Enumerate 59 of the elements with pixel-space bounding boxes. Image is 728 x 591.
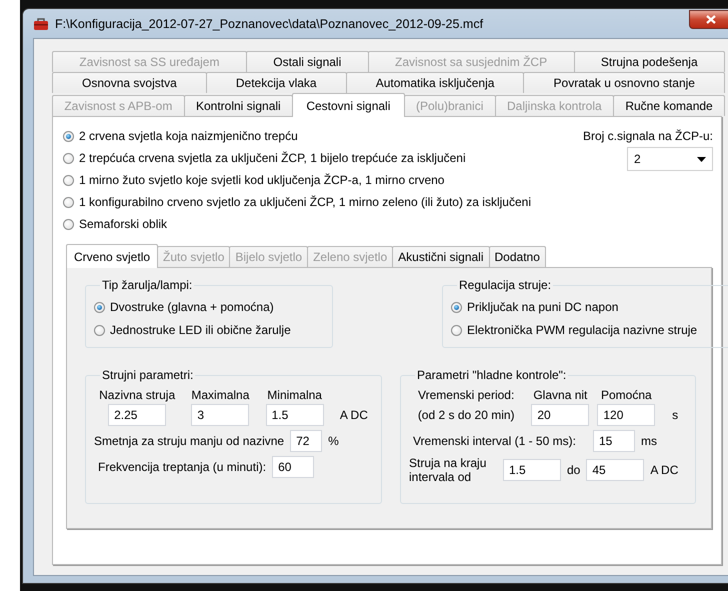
tab[interactable]: Cestovni signali bbox=[292, 93, 405, 117]
tab[interactable]: Kontrolni signali bbox=[184, 95, 294, 116]
unit-label: A DC bbox=[650, 463, 678, 477]
radio-option[interactable]: 1 mirno žuto svjetlo koje svjetli kod uključenja ŽCP-a, 1 mirno crveno bbox=[63, 173, 531, 187]
tab[interactable]: Detekcija vlaka bbox=[206, 72, 347, 93]
input-field[interactable]: 72 bbox=[290, 430, 322, 452]
tab[interactable]: Crveno svjetlo bbox=[66, 244, 158, 268]
column-label: Maximalna bbox=[191, 388, 250, 402]
input-field[interactable]: 20 bbox=[531, 404, 590, 426]
field-label: Smetnja za struju manju od nazivne bbox=[94, 434, 284, 448]
input-field[interactable]: 1.5 bbox=[266, 404, 324, 426]
group-title: Parametri "hladne kontrole": bbox=[416, 368, 568, 382]
field-label: Vremenski interval (1 - 50 ms): bbox=[413, 434, 577, 448]
toolbox-icon bbox=[33, 16, 49, 30]
input-field[interactable]: 3 bbox=[191, 404, 250, 426]
group-title: Strujni parametri: bbox=[101, 368, 194, 382]
tab[interactable]: Akustični signali bbox=[392, 246, 490, 267]
field-label: Broj c.signala na ŽCP-u: bbox=[582, 129, 713, 143]
column-label: Nazivna struja bbox=[99, 388, 176, 402]
radio-option[interactable]: 1 konfigurabilno crveno svjetlo za uključeni ŽCP, 1 mirno zeleno (ili žuto) za isključeni bbox=[63, 195, 531, 209]
column-label: Glavna nit bbox=[533, 388, 588, 402]
field-label: Frekvencija treptanja (u minuti): bbox=[98, 460, 266, 474]
close-icon bbox=[706, 14, 716, 24]
count-dropdown[interactable]: 2 bbox=[627, 147, 713, 171]
window-title: F:\Konfiguracija_2012-07-27_Poznanovec\data\Poznanovec_2012-09-25.mcf bbox=[55, 16, 484, 30]
input-field[interactable]: 2.25 bbox=[108, 404, 166, 426]
radio-option[interactable]: Priključak na puni DC napon bbox=[451, 300, 728, 314]
column-label: Pomoćna bbox=[601, 388, 652, 402]
radio-option[interactable]: 2 crvena svjetla koja naizmjenično trepću bbox=[63, 129, 531, 143]
column-label: Minimalna bbox=[267, 388, 322, 402]
field-label: do bbox=[567, 463, 580, 477]
unit-label: % bbox=[328, 434, 339, 448]
tab[interactable]: Ostali signali bbox=[246, 51, 369, 72]
unit-label: ms bbox=[641, 434, 657, 448]
input-field[interactable]: 1.5 bbox=[503, 459, 561, 481]
radio-option[interactable]: Semaforski oblik bbox=[63, 217, 531, 231]
input-field[interactable]: 60 bbox=[272, 456, 314, 478]
radio-option[interactable]: Elektronička PWM regulacija nazivne struje bbox=[451, 323, 728, 337]
radio-option[interactable]: 2 trepćuća crvena svjetla za uključeni ŽCP, 1 bijelo trepćuće za isključeni bbox=[63, 151, 531, 165]
tab[interactable]: Ručne komande bbox=[613, 95, 726, 116]
tab[interactable]: Osnovna svojstva bbox=[52, 72, 207, 93]
input-field[interactable]: 45 bbox=[586, 459, 644, 481]
tab[interactable]: Strujna podešenja bbox=[574, 51, 726, 72]
close-button[interactable] bbox=[689, 10, 728, 28]
unit-label: s bbox=[672, 408, 678, 422]
unit-label: A DC bbox=[340, 408, 368, 422]
dropdown-arrow-icon bbox=[697, 156, 706, 162]
group-title: Tip žarulja/lampi: bbox=[101, 278, 194, 292]
radio-option[interactable]: Dvostruke (glavna + pomoćna) bbox=[94, 300, 324, 314]
tab[interactable]: Dodatno bbox=[488, 246, 546, 267]
tab[interactable]: Povratak u osnovno stanje bbox=[523, 72, 726, 93]
field-label: Struja na kraju intervala od bbox=[409, 456, 488, 484]
tab[interactable]: Automatika isključenja bbox=[346, 72, 524, 93]
field-label: (od 2 s do 20 min) bbox=[418, 408, 515, 422]
input-field[interactable]: 120 bbox=[597, 404, 656, 426]
input-field[interactable]: 15 bbox=[593, 430, 635, 452]
field-label: Vremenski period: bbox=[418, 388, 514, 402]
radio-option[interactable]: Jednostruke LED ili obične žarulje bbox=[94, 323, 324, 337]
group-title: Regulacija struje: bbox=[458, 278, 552, 292]
